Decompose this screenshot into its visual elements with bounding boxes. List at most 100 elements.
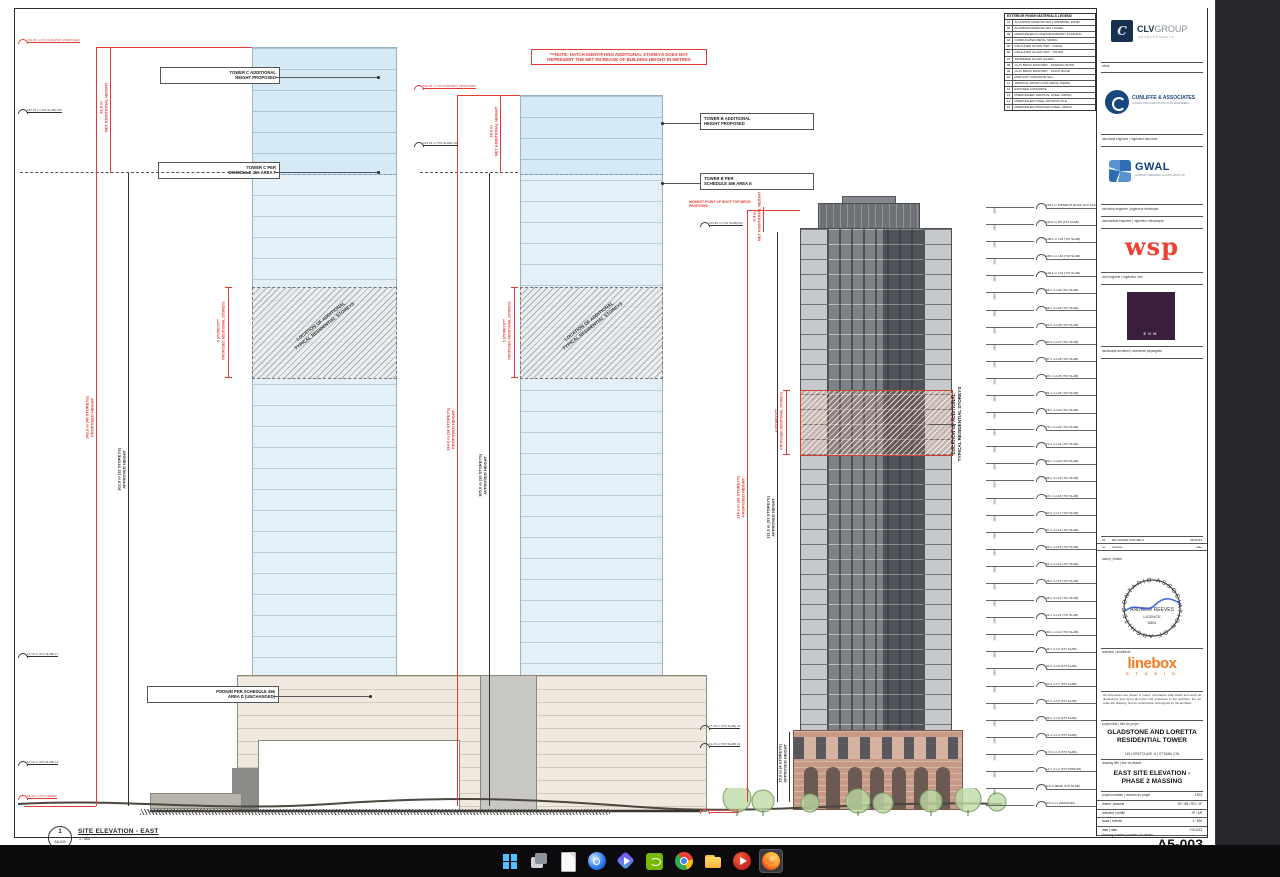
firefox-icon[interactable] bbox=[759, 849, 783, 873]
level-dimension: 3500 bbox=[994, 703, 997, 709]
level-marker: 105.1 m L32 (T/O SLAB)3500 bbox=[986, 250, 1108, 262]
level-marker: 42.1 m L11 (T/O SLAB)3500 bbox=[986, 609, 1108, 621]
storey-bracket-label: 5 STOREYS*** PROPOSED ADDITIONAL STOREYS bbox=[216, 276, 225, 386]
legend-row-description: INSULATED GLASS UNIT - CLEAR bbox=[1013, 44, 1095, 49]
linebox-logo: linebox S T U D I O bbox=[1097, 656, 1207, 677]
revision-header-rev: revision bbox=[1112, 544, 1184, 550]
leader-dot bbox=[377, 171, 380, 174]
info-label: project number | numéro du projet bbox=[1102, 792, 1150, 800]
storey-bracket-label: 4 STOREYS*** PROPOSED ADDITIONAL STOREYS bbox=[774, 366, 783, 476]
dimension-line bbox=[110, 47, 111, 173]
leader-line bbox=[662, 183, 700, 184]
document-icon[interactable] bbox=[556, 849, 580, 873]
leader-line bbox=[275, 77, 378, 78]
level-dimension: 3500 bbox=[994, 771, 997, 777]
dimension-line bbox=[789, 732, 790, 802]
gwal-icon bbox=[1109, 160, 1131, 182]
grade-leader bbox=[24, 806, 96, 807]
level-dimension: 3500 bbox=[994, 601, 997, 607]
start-icon[interactable] bbox=[498, 849, 522, 873]
chrome-icon[interactable] bbox=[672, 849, 696, 873]
legend-row-description: CORRUGATED METAL SIDING bbox=[1013, 38, 1095, 43]
legend-row-description: EXPOSED CONCRETE bbox=[1013, 87, 1095, 92]
leader-dot bbox=[369, 695, 372, 698]
gwal-logo: GWAL GOODKEY WEEDMARK & ASSOCIATES LTD bbox=[1105, 154, 1199, 200]
nvidia-icon[interactable] bbox=[643, 849, 667, 873]
legend-row-description: TEMPERED GLASS GUARD bbox=[1013, 57, 1095, 62]
level-dimension: 3500 bbox=[994, 481, 997, 487]
level-marker: 33.1 m L8 (T/O SLAB)3500 bbox=[986, 660, 1108, 672]
level-marker: 96.1 m L29 (T/O SLAB)3500 bbox=[986, 302, 1108, 314]
level-marker: 111.6 m PH (T/O SLAB)3500 bbox=[986, 216, 1108, 228]
linebox-word: linebox bbox=[1097, 656, 1207, 672]
level-dimension: 3500 bbox=[994, 498, 997, 504]
level-dimension: 3500 bbox=[994, 532, 997, 538]
titleblock-info-rows: project number | numéro du projet1503dra… bbox=[1097, 792, 1207, 836]
callout-highest-point: HIGHEST POINT OF ROOF TOP MECH PROPOSED bbox=[686, 198, 792, 211]
clv-sub: DEVELOPMENTS bbox=[1138, 35, 1175, 39]
legend-row-description: PREFINISHED STEEL ROOFING TILE bbox=[1013, 99, 1095, 104]
clv-suffix: GROUP bbox=[1154, 24, 1187, 34]
level-marker: 24.1 m L5 (T/O SLAB)3500 bbox=[986, 712, 1108, 724]
stamp-label: stamp | timbre bbox=[1102, 557, 1202, 562]
dimension-label: 15.0 m (4 STOREYS) APPROVED HEIGHT bbox=[778, 688, 789, 838]
level-marker: 66.1 m L19 (T/O SLAB)3500 bbox=[986, 472, 1108, 484]
level-dimension: 3500 bbox=[994, 413, 997, 419]
leader-dot bbox=[661, 122, 664, 125]
level-marker: 48.1 m L13 (T/O SLAB)3500 bbox=[986, 575, 1108, 587]
level-dimension: 3500 bbox=[994, 430, 997, 436]
level-marker: 63.1 m L18 (T/O SLAB)3500 bbox=[986, 490, 1108, 502]
level-marker: 45.1 m L12 (T/O SLAB)3500 bbox=[986, 592, 1108, 604]
leader-line bbox=[662, 123, 700, 124]
level-marker: 30.1 m L7 (T/O SLAB)3500 bbox=[986, 678, 1108, 690]
title-block: C CLVGROUP DEVELOPMENTS client CUNLIFFE … bbox=[1096, 8, 1207, 836]
tower-a-right-balconies bbox=[925, 229, 951, 731]
info-value: 1503 bbox=[1195, 792, 1202, 800]
bracket-tick bbox=[783, 454, 790, 455]
level-dimension: 3500 bbox=[994, 395, 997, 401]
callout-podium: PODIUM PER SCHEDULE 466 AREA D (UNCHANGE… bbox=[147, 686, 279, 703]
level-dimension: 3500 bbox=[994, 344, 997, 350]
elevation-marker-text: 160.35 m (T/O PARAPET) PROPOSED bbox=[423, 84, 476, 89]
diamond-icon[interactable] bbox=[614, 849, 638, 873]
legend-row-description: PREFINISHED VERTICAL STEEL SIDING bbox=[1013, 93, 1095, 98]
file-explorer-icon[interactable] bbox=[701, 849, 725, 873]
gwal-tagline: GOODKEY WEEDMARK & ASSOCIATES LTD bbox=[1135, 174, 1185, 177]
revision-header-date: date bbox=[1186, 544, 1202, 550]
dimension-line bbox=[489, 173, 490, 806]
approved-height-dashline bbox=[20, 172, 250, 173]
view-scale: 1 : 500 bbox=[79, 837, 90, 842]
tower-c-additional-storeys-hatch bbox=[252, 287, 397, 379]
level-dimension: 3500 bbox=[994, 515, 997, 521]
level-marker: 99.1 m L30 (T/O SLAB)3500 bbox=[986, 284, 1108, 296]
copilot-icon[interactable] bbox=[585, 849, 609, 873]
mechanical-engineer-label: mechanical engineer | ingénieur mécaniqu… bbox=[1102, 219, 1202, 224]
level-dimension: 3500 bbox=[994, 464, 997, 470]
oaa-stamp: ONTARIO ASSOCIATION OF ARCHITECTS ANDREW… bbox=[1115, 571, 1189, 647]
callout-tower-c-per-schedule: TOWER C PER SCHEDULE 466 AREA F bbox=[158, 162, 280, 179]
dimension-line bbox=[747, 210, 748, 802]
elevation-marker-text: 163.35 m (T/O PARAPET) PROPOSED bbox=[27, 38, 80, 43]
elevation-marker-text: 17.15 m (T/O SLAB) L6 bbox=[709, 724, 740, 729]
revision-header-row: no.revisiondate bbox=[1097, 544, 1207, 551]
media-player-icon[interactable] bbox=[730, 849, 754, 873]
level-dimension: 3500 bbox=[994, 549, 997, 555]
view-title: SITE ELEVATION - EAST bbox=[78, 828, 159, 836]
drawing-sheet: EXTERIOR FINISH MATERIALS LEGEND 01ALUMI… bbox=[0, 0, 1215, 845]
dimension-label: 134.0 m (38 STOREYS) PROPOSED HEIGHT bbox=[446, 354, 457, 504]
level-marker: 115.1 m PH/MECH ROOF (T/O SLAB) bbox=[986, 199, 1108, 211]
earth-hatch bbox=[140, 809, 610, 815]
level-marker: 108.1 m L33 (T/O SLAB)3500 bbox=[986, 233, 1108, 245]
level-marker: 90.1 m L27 (T/O SLAB)3500 bbox=[986, 336, 1108, 348]
landscape-architect-label: landscape architect | architecte paysagi… bbox=[1102, 349, 1202, 354]
level-marker: 69.1 m L20 (T/O SLAB)3500 bbox=[986, 455, 1108, 467]
structural-engineer-label: structural engineer | ingénieur structur… bbox=[1102, 137, 1202, 142]
task-view-icon[interactable] bbox=[527, 849, 551, 873]
dimension-label: 41.0 m NET ADDITIONAL HEIGHT bbox=[99, 32, 110, 182]
level-dimension: 3500 bbox=[994, 207, 997, 213]
revision-table: 02RE-ISSUED FOR ZBLA06/15/23no.revisiond… bbox=[1097, 537, 1207, 551]
project-title-label: project title | titre du projet bbox=[1102, 722, 1202, 727]
titleblock-info-row: project number | numéro du projet 1503 bbox=[1097, 792, 1207, 801]
project-title: GLADSTONE AND LORETTA RESIDENTIAL TOWER bbox=[1101, 729, 1203, 745]
legend-row-number: 01 bbox=[1005, 20, 1013, 25]
